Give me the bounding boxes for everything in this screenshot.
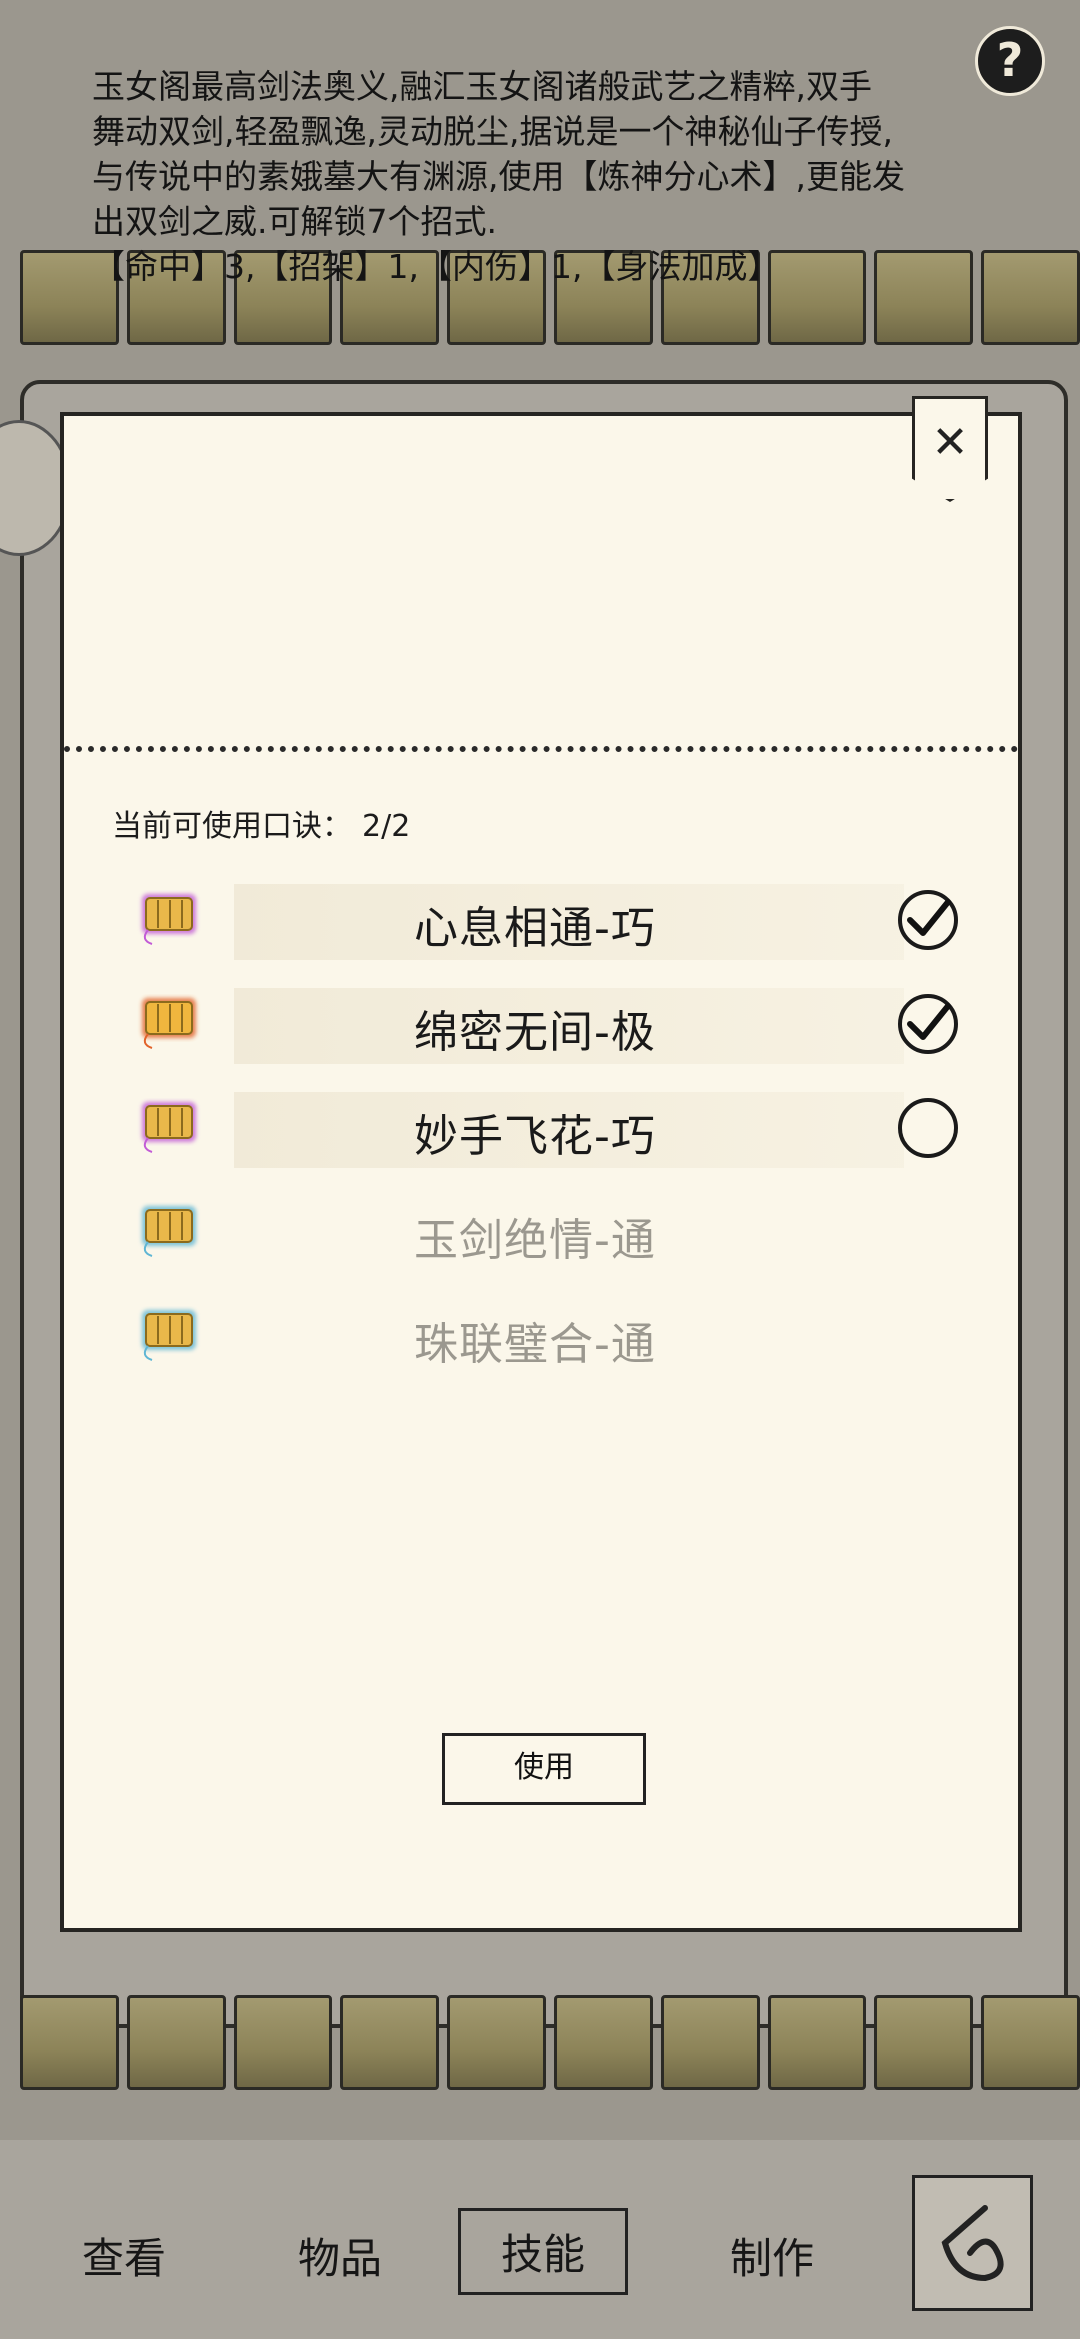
bottom-nav: 查看 物品 技能 制作 bbox=[0, 2140, 1080, 2339]
scroll-icon bbox=[142, 894, 196, 945]
scroll-icon bbox=[142, 1102, 196, 1153]
use-button[interactable]: 使用 bbox=[442, 1733, 646, 1805]
close-x-icon: ✕ bbox=[931, 417, 969, 468]
mantra-item[interactable]: 妙手飞花-巧 bbox=[64, 1084, 1018, 1188]
mantra-item: 珠联璧合-通 bbox=[64, 1292, 1018, 1396]
mantra-name: 珠联璧合-通 bbox=[414, 1319, 656, 1370]
desc-line: 舞动双剑,轻盈飘逸,灵动脱尘,据说是一个神秘仙子传授, bbox=[92, 112, 893, 151]
desc-line: 【命中】3,【招架】1,【内伤】1,【身法加成】 bbox=[92, 247, 781, 286]
desc-line: 出双剑之威.可解锁7个招式. bbox=[92, 202, 497, 241]
mantra-name: 心息相通-巧 bbox=[414, 903, 656, 954]
bottom-scroll-roll bbox=[20, 1995, 1080, 2090]
scroll-icon bbox=[142, 1206, 196, 1257]
divider bbox=[64, 746, 1018, 752]
checked-checkbox-icon[interactable] bbox=[896, 992, 960, 1056]
nav-items[interactable]: 物品 bbox=[298, 2225, 382, 2286]
mantra-name: 玉剑绝情-通 bbox=[414, 1215, 656, 1266]
mantra-list: 心息相通-巧 绵密无间-极 妙手飞花-巧 玉剑绝情-通 珠联璧合-通 bbox=[64, 876, 1018, 1396]
mantra-item[interactable]: 绵密无间-极 bbox=[64, 980, 1018, 1084]
desc-line: 与传说中的素娥墓大有渊源,使用【炼神分心术】,更能发 bbox=[92, 157, 905, 196]
usable-label: 当前可使用口诀： bbox=[112, 809, 352, 844]
nav-craft[interactable]: 制作 bbox=[730, 2225, 814, 2286]
mantra-select-dialog: ✕ 当前可使用口诀： 2/2 心息相通-巧 绵密无间-极 妙手飞花-巧 玉剑绝情… bbox=[60, 396, 1022, 1932]
back-arrow-icon bbox=[941, 2205, 1004, 2282]
mantra-item[interactable]: 心息相通-巧 bbox=[64, 876, 1018, 980]
mantra-name: 妙手飞花-巧 bbox=[414, 1111, 656, 1162]
nav-skills[interactable]: 技能 bbox=[458, 2208, 629, 2295]
help-icon[interactable]: ? bbox=[975, 26, 1045, 96]
desc-line: 玉女阁最高剑法奥义,融汇玉女阁诸般武艺之精粹,双手 bbox=[92, 67, 872, 106]
back-button[interactable] bbox=[912, 2175, 1033, 2311]
skill-description: 玉女阁最高剑法奥义,融汇玉女阁诸般武艺之精粹,双手 舞动双剑,轻盈飘逸,灵动脱尘… bbox=[92, 64, 1022, 289]
close-button[interactable]: ✕ bbox=[912, 396, 988, 502]
unchecked-checkbox-icon[interactable] bbox=[896, 1096, 960, 1160]
mantra-name: 绵密无间-极 bbox=[414, 1007, 656, 1058]
usable-count-label: 当前可使用口诀： 2/2 bbox=[112, 801, 410, 845]
usable-count: 2/2 bbox=[362, 809, 411, 844]
checked-checkbox-icon[interactable] bbox=[896, 888, 960, 952]
scroll-icon bbox=[142, 998, 196, 1049]
mantra-item: 玉剑绝情-通 bbox=[64, 1188, 1018, 1292]
scroll-icon bbox=[142, 1310, 196, 1361]
nav-view[interactable]: 查看 bbox=[82, 2225, 166, 2286]
